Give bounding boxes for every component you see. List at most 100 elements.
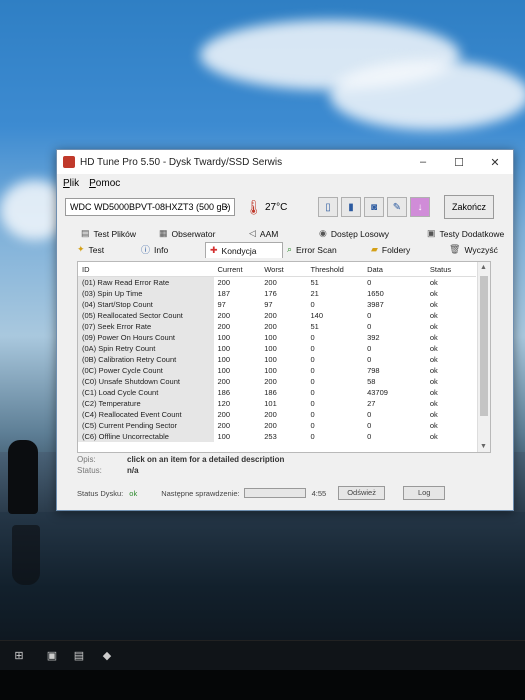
copy-text-icon[interactable]: ▯: [318, 197, 338, 217]
refresh-button[interactable]: Odśwież: [338, 486, 385, 500]
attr-current: 200: [217, 322, 231, 331]
menu-bar: Plik Pomoc: [57, 174, 513, 192]
attr-status: ok: [429, 399, 438, 408]
attr-data: 27: [367, 399, 376, 408]
menu-pomoc[interactable]: Pomoc: [89, 178, 120, 189]
table-row[interactable]: (C0) Unsafe Shutdown Count 200 200 0 58 ok: [78, 376, 476, 387]
drive-select-value: WDC WD5000BPVT-08HXZT3 (500 gB): [70, 202, 231, 212]
tab-dostep-losowy[interactable]: ◉ Dostęp Losowy: [315, 226, 423, 241]
tab-foldery[interactable]: ▰ Foldery: [367, 242, 445, 257]
attr-status: ok: [429, 289, 438, 298]
tab-wyczysc[interactable]: 🗑 Wyczyść: [445, 242, 513, 257]
attr-threshold: 0: [310, 300, 315, 309]
table-row[interactable]: (09) Power On Hours Count 100 100 0 392 ok: [78, 332, 476, 343]
attr-current: 200: [217, 278, 231, 287]
attr-threshold: 0: [310, 399, 315, 408]
attr-data: 58: [367, 377, 376, 386]
table-row[interactable]: (C5) Current Pending Sector 200 200 0 0 ok: [78, 420, 476, 431]
app-icon[interactable]: ◆: [100, 649, 114, 663]
tab-aam[interactable]: ◁ AAM: [245, 226, 315, 241]
attr-id: (05) Reallocated Sector Count: [78, 310, 214, 321]
options-icon[interactable]: ✎: [387, 197, 407, 217]
tab-row-2: ✦ Test ⓘ Info ✚ Kondycja ⌕ Error Scan ▰ Folde…: [73, 242, 513, 258]
status-bar: Status Dysku: ok Następne sprawdzenie: 4…: [77, 486, 489, 500]
col-status[interactable]: Status: [425, 262, 476, 277]
attr-data: 3987: [367, 300, 384, 309]
exit-button[interactable]: Zakończ: [444, 195, 494, 219]
attr-id: (07) Seek Error Rate: [78, 321, 214, 332]
col-worst[interactable]: Worst: [260, 262, 307, 277]
menu-plik[interactable]: Plik: [63, 178, 79, 189]
attr-id: (04) Start/Stop Count: [78, 299, 214, 310]
magnifier-icon: ⌕: [287, 244, 293, 254]
attr-threshold: 0: [310, 333, 315, 342]
attr-threshold: 51: [310, 322, 319, 331]
attr-data: 0: [367, 432, 372, 441]
attr-data: 798: [367, 366, 380, 375]
log-button[interactable]: Log: [402, 486, 446, 500]
tab-test-plikow[interactable]: ▤ Test Plików: [77, 226, 155, 241]
attr-id: (09) Power On Hours Count: [78, 332, 214, 343]
tab-label: Obserwator: [171, 228, 216, 239]
table-row[interactable]: (04) Start/Stop Count 97 97 0 3987 ok: [78, 299, 476, 310]
attr-id: (0C) Power Cycle Count: [78, 365, 214, 376]
attr-current: 100: [217, 366, 231, 375]
tab-error-scan[interactable]: ⌕ Error Scan: [283, 242, 367, 257]
col-id[interactable]: ID: [78, 262, 214, 277]
scroll-down-icon[interactable]: ▼: [480, 443, 487, 450]
table-row[interactable]: (07) Seek Error Rate 200 200 51 0 ok: [78, 321, 476, 332]
download-arrow-icon[interactable]: ↓: [410, 197, 430, 217]
attr-status: ok: [429, 366, 438, 375]
scroll-up-icon[interactable]: ▲: [480, 264, 487, 271]
status-label: Status:: [77, 466, 102, 475]
table-row[interactable]: (C2) Temperature 120 101 0 27 ok: [78, 398, 476, 409]
table-row[interactable]: (01) Raw Read Error Rate 200 200 51 0 ok: [78, 276, 476, 288]
taskview-icon[interactable]: ▣: [45, 649, 59, 663]
maximize-button[interactable]: ☐: [441, 156, 477, 169]
table-row[interactable]: (0B) Calibration Retry Count 100 100 0 0 ok: [78, 354, 476, 365]
attr-threshold: 0: [310, 366, 315, 375]
cloud: [330, 60, 525, 130]
tab-label: Foldery: [381, 244, 411, 255]
drive-select[interactable]: WDC WD5000BPVT-08HXZT3 (500 gB) ⌄: [65, 198, 235, 216]
minimize-button[interactable]: –: [405, 156, 441, 168]
close-button[interactable]: ✕: [477, 156, 513, 169]
table-row[interactable]: (C6) Offline Uncorrectable 100 253 0 0 ok: [78, 431, 476, 442]
tab-testy-dodatkowe[interactable]: ▣ Testy Dodatkowe: [423, 226, 513, 241]
table-row[interactable]: (0A) Spin Retry Count 100 100 0 0 ok: [78, 343, 476, 354]
table-row[interactable]: (C1) Load Cycle Count 186 186 0 43709 ok: [78, 387, 476, 398]
start-icon[interactable]: ⊞: [12, 649, 26, 663]
monitor-bezel: [0, 670, 525, 700]
table-row[interactable]: (C4) Reallocated Event Count 200 200 0 0 ok: [78, 409, 476, 420]
attr-data: 0: [367, 344, 372, 353]
scrollbar-thumb[interactable]: [480, 276, 488, 416]
attr-status: ok: [429, 300, 438, 309]
attr-id: (C1) Load Cycle Count: [78, 387, 214, 398]
attr-worst: 200: [264, 421, 277, 430]
tab-info[interactable]: ⓘ Info: [137, 242, 205, 257]
attr-current: 200: [217, 311, 231, 320]
attr-id: (0A) Spin Retry Count: [78, 343, 214, 354]
table-row[interactable]: (03) Spin Up Time 187 176 21 1650 ok: [78, 288, 476, 299]
attr-current: 186: [217, 388, 231, 397]
trash-icon: 🗑: [449, 244, 461, 254]
thermometer-icon: 🌡: [245, 199, 263, 215]
table-row[interactable]: (05) Reallocated Sector Count 200 200 140 0 o…: [78, 310, 476, 321]
col-current[interactable]: Current: [213, 262, 261, 277]
attr-id: (0B) Calibration Retry Count: [78, 354, 214, 365]
screenshot-icon[interactable]: ◙: [364, 197, 384, 217]
scrollbar[interactable]: ▲ ▼: [477, 262, 490, 452]
next-check-time: 4:55: [311, 488, 327, 498]
attr-threshold: 21: [310, 289, 319, 298]
folder-icon[interactable]: ▤: [72, 649, 86, 663]
attr-worst: 100: [264, 366, 277, 375]
copy-info-icon[interactable]: ▮: [341, 197, 361, 217]
table-row[interactable]: (0C) Power Cycle Count 100 100 0 798 ok: [78, 365, 476, 376]
attr-data: 0: [367, 311, 372, 320]
tab-test[interactable]: ✦ Test: [73, 242, 137, 257]
attr-id: (C4) Reallocated Event Count: [78, 409, 214, 420]
col-data[interactable]: Data: [363, 262, 426, 277]
tab-obserwator[interactable]: ▦ Obserwator: [155, 226, 245, 241]
tab-kondycja[interactable]: ✚ Kondycja: [205, 242, 283, 258]
col-threshold[interactable]: Threshold: [306, 262, 364, 277]
